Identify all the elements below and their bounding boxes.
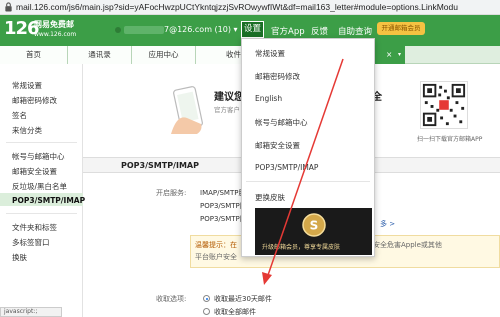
service-pop3-2: POP3/SMTP服 bbox=[200, 215, 247, 223]
sidebar-item-antispam[interactable]: 反垃圾/黑白名单 bbox=[12, 181, 67, 192]
logo-domain: www.126.com bbox=[34, 31, 77, 38]
notice-text-right: 安全危害Apple或其他 bbox=[373, 241, 442, 249]
account-icon bbox=[115, 27, 121, 33]
close-icon[interactable]: × bbox=[386, 46, 392, 64]
banner-title: 建议您 bbox=[214, 92, 244, 103]
tab-contacts[interactable]: 通讯录 bbox=[68, 46, 132, 64]
settings-menu-button[interactable]: 设置 bbox=[241, 21, 264, 38]
status-bar: javascript:; bbox=[0, 307, 62, 317]
sidebar-divider bbox=[6, 213, 77, 214]
radio-all-mail[interactable] bbox=[203, 308, 210, 315]
sidebar-item-skin[interactable]: 换肤 bbox=[12, 252, 27, 263]
self-service-link[interactable]: 自助查询 bbox=[338, 25, 372, 37]
sidebar-item-general[interactable]: 常规设置 bbox=[12, 80, 42, 91]
vip-coin-icon: S bbox=[302, 213, 326, 237]
menu-item-general[interactable]: 常规设置 bbox=[255, 48, 285, 59]
chevron-down-icon: ▾ bbox=[233, 25, 238, 34]
banner-subtitle: 官方客户 bbox=[214, 106, 240, 114]
chevron-down-icon[interactable]: ▾ bbox=[398, 46, 401, 64]
open-service-label: 开启服务: bbox=[156, 189, 187, 197]
section-title: POP3/SMTP/IMAP bbox=[121, 161, 199, 170]
tab-app-center[interactable]: 应用中心 bbox=[132, 46, 196, 64]
menu-item-english[interactable]: English bbox=[255, 94, 282, 103]
lock-icon bbox=[5, 2, 12, 12]
sidebar-item-pop3[interactable]: POP3/SMTP/IMAP bbox=[12, 196, 85, 205]
notice-text: 温馨提示：在 bbox=[195, 241, 237, 249]
qr-code-icon bbox=[420, 81, 468, 129]
menu-item-password[interactable]: 邮箱密码修改 bbox=[255, 71, 300, 82]
option-all-mail[interactable]: 收取全部邮件 bbox=[214, 307, 256, 317]
svg-text:S: S bbox=[310, 219, 319, 233]
qr-caption: 扫一扫下载官方邮箱APP bbox=[417, 136, 483, 143]
sidebar-item-multitab[interactable]: 多标签窗口 bbox=[12, 237, 50, 248]
browser-address-bar[interactable]: mail.126.com/js6/main.jsp?sid=yAFocHwzpU… bbox=[0, 0, 500, 15]
notice-text-2: 平台账户安全 bbox=[195, 253, 237, 261]
feedback-link[interactable]: 反馈 bbox=[311, 25, 328, 37]
sidebar-item-account-center[interactable]: 帐号与邮箱中心 bbox=[12, 151, 65, 162]
url-text[interactable]: mail.126.com/js6/main.jsp?sid=yAFocHwzpU… bbox=[16, 2, 458, 12]
menu-item-account-center[interactable]: 帐号与邮箱中心 bbox=[255, 117, 308, 128]
sidebar-item-signature[interactable]: 签名 bbox=[12, 110, 27, 121]
sidebar-item-password[interactable]: 邮箱密码修改 bbox=[12, 95, 57, 106]
receive-options-label: 收取选项: bbox=[156, 295, 187, 303]
sidebar-divider bbox=[6, 142, 77, 143]
service-pop3: POP3/SMTP服 bbox=[200, 202, 247, 210]
tab-home[interactable]: 首页 bbox=[0, 46, 68, 64]
sidebar-item-filters[interactable]: 来信分类 bbox=[12, 125, 42, 136]
menu-item-pop3[interactable]: POP3/SMTP/IMAP bbox=[255, 163, 318, 172]
radio-recent-30[interactable] bbox=[203, 295, 210, 302]
logo-text: 网易免费邮 bbox=[34, 20, 74, 29]
vip-button[interactable]: 开通邮箱会员 bbox=[377, 22, 425, 35]
more-link[interactable]: 多 > bbox=[380, 219, 395, 229]
service-imap: IMAP/SMTP服 bbox=[200, 189, 246, 197]
official-app-link[interactable]: 官方App bbox=[271, 25, 305, 37]
promo-text: 升级邮箱会员，尊享专属皮肤 bbox=[262, 244, 341, 251]
account-name[interactable]: 7@126.com (10) ▾ bbox=[164, 25, 238, 34]
menu-item-skin[interactable]: 更换皮肤 bbox=[255, 192, 285, 203]
option-recent-30[interactable]: 收取最近30天邮件 bbox=[214, 294, 272, 304]
menu-divider bbox=[246, 181, 370, 182]
sidebar-item-folders[interactable]: 文件夹和标签 bbox=[12, 222, 57, 233]
phone-illustration bbox=[171, 86, 203, 134]
sidebar-item-security[interactable]: 邮箱安全设置 bbox=[12, 166, 57, 177]
menu-item-security[interactable]: 邮箱安全设置 bbox=[255, 140, 300, 151]
account-redacted bbox=[124, 26, 164, 34]
